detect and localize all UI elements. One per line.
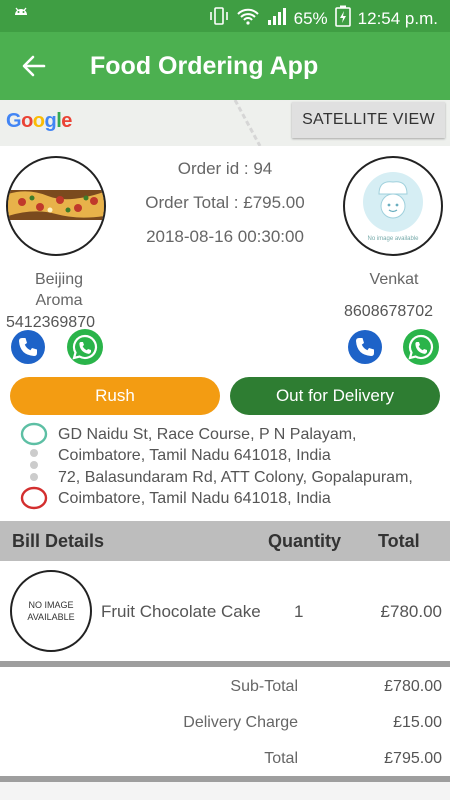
item-quantity: 1 [294,602,304,621]
bill-header: Bill Details Quantity Total [0,521,450,561]
wifi-icon [236,6,260,31]
pickup-marker-icon [20,422,48,451]
status-bar: 65% 12:54 p.m. [0,0,450,32]
item-image: NO IMAGE AVAILABLE [10,570,92,652]
route-dots-icon [29,449,39,490]
customer-avatar: No image available [343,156,443,256]
customer-name: Venkat [369,271,419,288]
restaurant-whatsapp-icon[interactable] [66,328,103,365]
restaurant-call-icon[interactable] [10,329,46,365]
android-icon [12,6,30,31]
restaurant-name: Beijing Aroma [34,271,84,309]
customer-call-icon[interactable] [347,329,383,365]
dropoff-marker-icon [20,486,48,515]
map-road [233,100,262,146]
total-heading: Total [378,531,420,551]
pickup-address: GD Naidu St, Race Course, P N Palayam, C… [58,426,357,464]
order-datetime: 2018-08-16 00:30:00 [146,227,304,246]
grand-total-value: £795.00 [384,750,442,767]
map-view[interactable]: Google SATELLITE VIEW [0,100,450,146]
customer-whatsapp-icon[interactable] [402,328,439,365]
vibrate-icon [208,6,230,31]
satellite-view-button[interactable]: SATELLITE VIEW [292,102,445,138]
order-total: Order Total : £795.00 [145,193,305,212]
delivery-charge-value: £15.00 [393,714,442,731]
no-image-caption: No image available [367,236,419,242]
bill-details-heading: Bill Details [12,531,105,551]
item-total: £780.00 [380,602,442,621]
out-for-delivery-button[interactable]: Out for Delivery [230,377,440,415]
signal-icon [266,6,288,31]
delivery-charge-label: Delivery Charge [183,714,298,731]
bottom-spacer [0,782,450,800]
page-title: Food Ordering App [90,52,319,80]
back-arrow-icon[interactable] [20,52,48,80]
subtotal-value: £780.00 [384,678,442,695]
grand-total-label: Total [264,750,298,767]
divider [0,661,450,667]
restaurant-avatar [6,156,106,256]
clock: 12:54 p.m. [357,8,438,28]
item-name: Fruit Chocolate Cake [101,602,261,621]
battery-charging-icon [334,5,352,32]
dropoff-address: 72, Balasundaram Rd, ATT Colony, Gopalap… [58,469,413,507]
app-bar: Food Ordering App [0,32,450,100]
subtotal-label: Sub-Total [230,678,298,695]
google-logo: Google [6,110,72,132]
quantity-heading: Quantity [268,531,342,551]
battery-percent: 65% [293,8,328,28]
customer-phone: 8608678702 [344,303,433,320]
rush-button[interactable]: Rush [10,377,220,415]
order-id: Order id : 94 [177,159,273,178]
bill-item-row: NO IMAGE AVAILABLE Fruit Chocolate Cake … [0,561,450,661]
